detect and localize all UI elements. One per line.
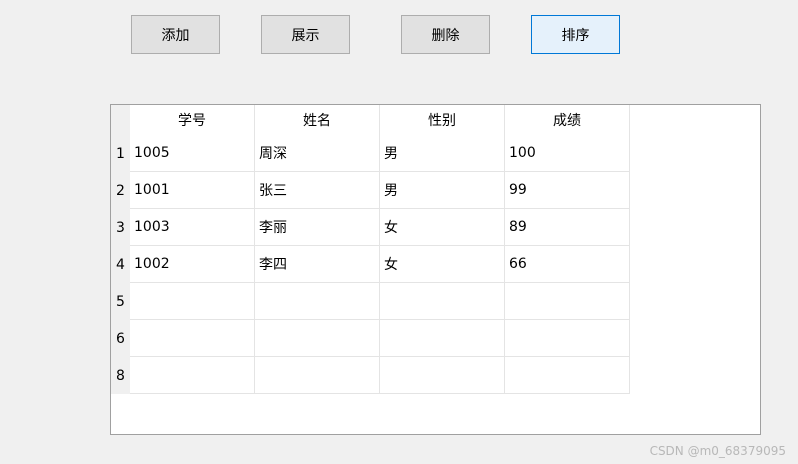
cell-score[interactable]: 66 (505, 246, 630, 283)
cell-score[interactable] (505, 320, 630, 357)
cell-gender[interactable] (380, 320, 505, 357)
cell-student-id[interactable]: 1005 (130, 135, 255, 172)
cell-name[interactable] (255, 357, 380, 394)
cell-name[interactable]: 李四 (255, 246, 380, 283)
cell-score[interactable] (505, 283, 630, 320)
cell-name[interactable] (255, 283, 380, 320)
column-header-student-id[interactable]: 学号 (130, 105, 255, 135)
cell-student-id[interactable] (130, 320, 255, 357)
table-row: 3 1003 李丽 女 89 (111, 209, 630, 246)
table-row: 4 1002 李四 女 66 (111, 246, 630, 283)
table-row: 6 (111, 320, 630, 357)
row-number[interactable]: 6 (111, 320, 130, 357)
cell-student-id[interactable]: 1003 (130, 209, 255, 246)
cell-name[interactable]: 张三 (255, 172, 380, 209)
cell-student-id[interactable]: 1002 (130, 246, 255, 283)
cell-name[interactable]: 周深 (255, 135, 380, 172)
cell-gender[interactable] (380, 283, 505, 320)
cell-score[interactable]: 99 (505, 172, 630, 209)
column-header-name[interactable]: 姓名 (255, 105, 380, 135)
cell-student-id[interactable] (130, 283, 255, 320)
column-header-row: 学号 姓名 性别 成绩 (130, 105, 630, 135)
cell-gender[interactable]: 女 (380, 209, 505, 246)
watermark: CSDN @m0_68379095 (649, 444, 786, 458)
row-number[interactable]: 1 (111, 135, 130, 172)
cell-score[interactable]: 89 (505, 209, 630, 246)
show-button[interactable]: 展示 (261, 15, 350, 54)
cell-student-id[interactable]: 1001 (130, 172, 255, 209)
add-button[interactable]: 添加 (131, 15, 220, 54)
row-number[interactable]: 4 (111, 246, 130, 283)
cell-gender[interactable]: 男 (380, 172, 505, 209)
table-row: 1 1005 周深 男 100 (111, 135, 630, 172)
cell-gender[interactable]: 女 (380, 246, 505, 283)
cell-score[interactable] (505, 357, 630, 394)
sort-button[interactable]: 排序 (531, 15, 620, 54)
delete-button[interactable]: 删除 (401, 15, 490, 54)
student-grid[interactable]: 学号 姓名 性别 成绩 1 1005 周深 男 100 2 1001 张三 男 … (110, 104, 761, 435)
grid-rows: 1 1005 周深 男 100 2 1001 张三 男 99 3 1003 李丽… (111, 135, 630, 394)
row-number[interactable]: 2 (111, 172, 130, 209)
cell-gender[interactable]: 男 (380, 135, 505, 172)
cell-student-id[interactable] (130, 357, 255, 394)
row-number[interactable]: 8 (111, 357, 130, 394)
row-number[interactable]: 5 (111, 283, 130, 320)
table-row: 8 (111, 357, 630, 394)
table-row: 5 (111, 283, 630, 320)
cell-name[interactable]: 李丽 (255, 209, 380, 246)
row-number[interactable]: 3 (111, 209, 130, 246)
column-header-score[interactable]: 成绩 (505, 105, 630, 135)
table-row: 2 1001 张三 男 99 (111, 172, 630, 209)
cell-name[interactable] (255, 320, 380, 357)
cell-gender[interactable] (380, 357, 505, 394)
cell-score[interactable]: 100 (505, 135, 630, 172)
column-header-gender[interactable]: 性别 (380, 105, 505, 135)
